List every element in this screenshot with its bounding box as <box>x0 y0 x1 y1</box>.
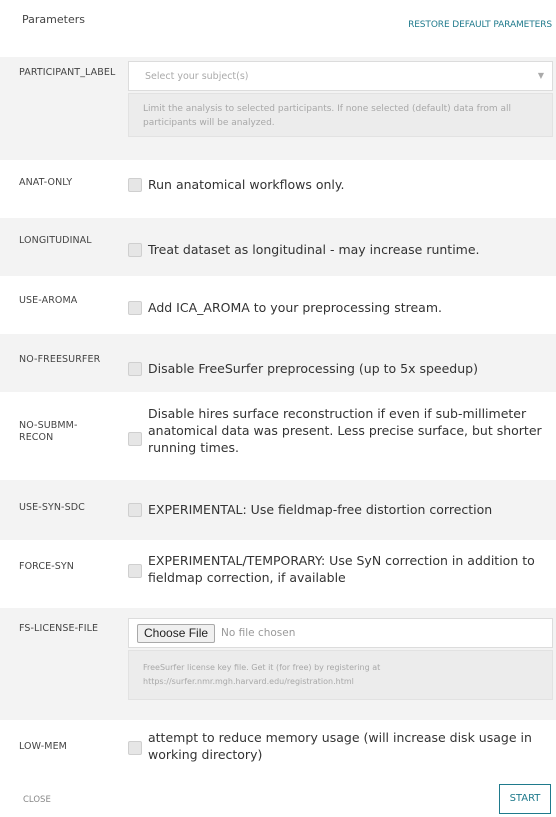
use-syn-sdc-row: USE-SYN-SDC EXPERIMENTAL: Use fieldmap-f… <box>0 480 556 540</box>
longitudinal-text: Treat dataset as longitudinal - may incr… <box>148 242 480 257</box>
dialog-header: Parameters RESTORE DEFAULT PARAMETERS <box>0 0 556 44</box>
fs-license-help-line1: FreeSurfer license key file. Get it (for… <box>143 663 381 672</box>
use-aroma-label: USE-AROMA <box>19 295 78 306</box>
participant-label-label: PARTICIPANT_LABEL <box>19 67 116 78</box>
anat-only-text: Run anatomical workflows only. <box>148 177 345 192</box>
force-syn-text-line2: fieldmap correction, if available <box>148 570 346 585</box>
low-mem-text-line1: attempt to reduce memory usage (will inc… <box>148 730 532 745</box>
participant-help-text: Limit the analysis to selected participa… <box>128 93 553 137</box>
force-syn-text-line1: EXPERIMENTAL/TEMPORARY: Use SyN correcti… <box>148 553 535 568</box>
low-mem-text: attempt to reduce memory usage (will inc… <box>148 729 532 763</box>
restore-defaults-link[interactable]: RESTORE DEFAULT PARAMETERS <box>408 20 552 30</box>
dialog-title: Parameters <box>22 13 85 26</box>
participant-label-row: PARTICIPANT_LABEL Select your subject(s)… <box>0 57 556 160</box>
use-syn-sdc-text: EXPERIMENTAL: Use fieldmap-free distorti… <box>148 502 493 517</box>
no-submm-recon-label-line2: RECON <box>19 432 54 443</box>
fs-license-help-line2: https://surfer.nmr.mgh.harvard.edu/regis… <box>143 677 354 686</box>
longitudinal-label: LONGITUDINAL <box>19 235 92 246</box>
anat-only-checkbox[interactable] <box>128 178 142 192</box>
choose-file-button[interactable]: Choose File <box>137 624 216 643</box>
fs-license-help-text: FreeSurfer license key file. Get it (for… <box>128 650 553 700</box>
no-submm-recon-row: NO-SUBMM- RECON Disable hires surface re… <box>0 392 556 480</box>
force-syn-label: FORCE-SYN <box>19 561 74 572</box>
low-mem-label: LOW-MEM <box>19 741 67 752</box>
fs-license-file-input[interactable]: Choose File No file chosen <box>128 618 553 648</box>
low-mem-row: LOW-MEM attempt to reduce memory usage (… <box>0 720 556 778</box>
anat-only-row: ANAT-ONLY Run anatomical workflows only. <box>0 160 556 218</box>
no-submm-recon-text: Disable hires surface reconstruction if … <box>148 405 542 456</box>
use-aroma-checkbox[interactable] <box>128 301 142 315</box>
longitudinal-row: LONGITUDINAL Treat dataset as longitudin… <box>0 218 556 276</box>
no-freesurfer-checkbox[interactable] <box>128 362 142 376</box>
no-submm-recon-text-line2: anatomical data was present. Less precis… <box>148 423 542 438</box>
no-freesurfer-row: NO-FREESURFER Disable FreeSurfer preproc… <box>0 334 556 392</box>
low-mem-text-line2: working directory) <box>148 747 263 762</box>
use-aroma-row: USE-AROMA Add ICA_AROMA to your preproce… <box>0 276 556 334</box>
no-freesurfer-text: Disable FreeSurfer preprocessing (up to … <box>148 361 478 376</box>
participant-select-placeholder: Select your subject(s) <box>145 71 249 82</box>
force-syn-row: FORCE-SYN EXPERIMENTAL/TEMPORARY: Use Sy… <box>0 540 556 608</box>
no-freesurfer-label: NO-FREESURFER <box>19 354 101 365</box>
fs-license-file-row: FS-LICENSE-FILE Choose File No file chos… <box>0 608 556 720</box>
use-syn-sdc-checkbox[interactable] <box>128 503 142 517</box>
no-file-chosen-text: No file chosen <box>221 627 296 639</box>
no-submm-recon-text-line3: running times. <box>148 440 239 455</box>
use-syn-sdc-label: USE-SYN-SDC <box>19 502 85 513</box>
fs-license-file-label: FS-LICENSE-FILE <box>19 623 99 634</box>
anat-only-label: ANAT-ONLY <box>19 177 73 188</box>
no-submm-recon-text-line1: Disable hires surface reconstruction if … <box>148 406 527 421</box>
use-aroma-text: Add ICA_AROMA to your preprocessing stre… <box>148 300 442 315</box>
participant-select[interactable]: Select your subject(s) ▼ <box>128 61 553 91</box>
start-button[interactable]: START <box>499 784 551 814</box>
force-syn-text: EXPERIMENTAL/TEMPORARY: Use SyN correcti… <box>148 552 535 586</box>
dialog-footer: CLOSE START <box>0 780 556 817</box>
force-syn-checkbox[interactable] <box>128 564 142 578</box>
chevron-down-icon[interactable]: ▼ <box>538 71 544 80</box>
low-mem-checkbox[interactable] <box>128 741 142 755</box>
longitudinal-checkbox[interactable] <box>128 243 142 257</box>
no-submm-recon-checkbox[interactable] <box>128 432 142 446</box>
close-button[interactable]: CLOSE <box>23 795 51 805</box>
no-submm-recon-label: NO-SUBMM- RECON <box>19 420 78 444</box>
no-submm-recon-label-line1: NO-SUBMM- <box>19 420 78 431</box>
